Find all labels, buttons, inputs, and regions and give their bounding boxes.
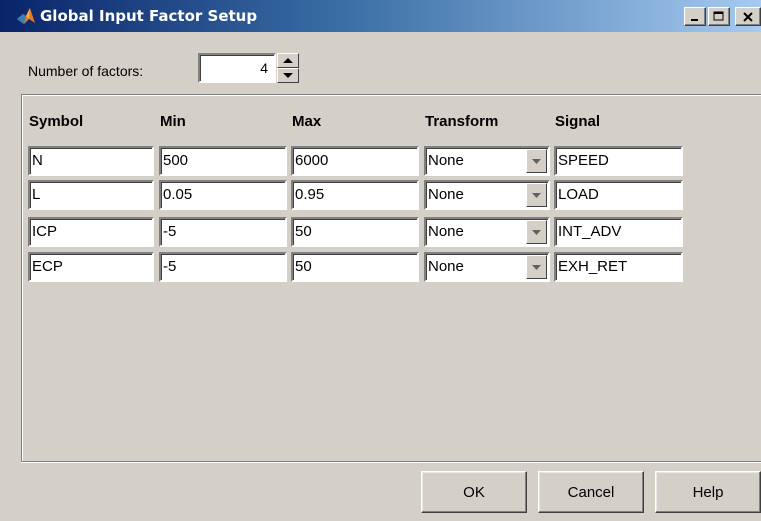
- maximize-button[interactable]: [708, 7, 730, 26]
- max-field[interactable]: 6000: [291, 146, 419, 176]
- triangle-down-icon: [283, 73, 293, 78]
- spin-down-button[interactable]: [277, 68, 299, 83]
- ok-button[interactable]: OK: [421, 471, 527, 513]
- triangle-down-icon: [532, 264, 541, 270]
- dropdown-arrow-button[interactable]: [526, 183, 547, 207]
- min-field[interactable]: 0.05: [159, 180, 287, 210]
- header-symbol: Symbol: [29, 113, 84, 130]
- signal-field[interactable]: LOAD: [554, 180, 683, 210]
- symbol-field[interactable]: N: [28, 146, 154, 176]
- triangle-down-icon: [532, 229, 541, 235]
- signal-field[interactable]: SPEED: [554, 146, 683, 176]
- factors-count-field[interactable]: 4: [198, 53, 276, 83]
- header-min: Min: [160, 113, 186, 130]
- min-field[interactable]: 500: [159, 146, 287, 176]
- dropdown-arrow-button[interactable]: [526, 220, 547, 244]
- close-button[interactable]: [735, 7, 761, 26]
- close-icon: [743, 11, 753, 22]
- transform-dropdown[interactable]: None: [424, 146, 550, 176]
- panel-divider: [21, 461, 761, 463]
- max-field[interactable]: 0.95: [291, 180, 419, 210]
- transform-dropdown[interactable]: None: [424, 252, 550, 282]
- transform-value: None: [428, 223, 464, 240]
- header-max: Max: [292, 113, 322, 130]
- transform-value: None: [428, 258, 464, 275]
- min-field[interactable]: -5: [159, 217, 287, 247]
- max-field[interactable]: 50: [291, 252, 419, 282]
- triangle-down-icon: [532, 192, 541, 198]
- signal-field[interactable]: INT_ADV: [554, 217, 683, 247]
- symbol-field[interactable]: ICP: [28, 217, 154, 247]
- factors-label: Number of factors:: [28, 63, 144, 79]
- dropdown-arrow-button[interactable]: [526, 255, 547, 279]
- symbol-field[interactable]: ECP: [28, 252, 154, 282]
- max-field[interactable]: 50: [291, 217, 419, 247]
- triangle-up-icon: [283, 58, 293, 63]
- dropdown-arrow-button[interactable]: [526, 149, 547, 173]
- window-title: Global Input Factor Setup: [40, 7, 258, 25]
- cancel-button[interactable]: Cancel: [538, 471, 644, 513]
- min-field[interactable]: -5: [159, 252, 287, 282]
- header-signal: Signal: [555, 113, 601, 130]
- signal-field[interactable]: EXH_RET: [554, 252, 683, 282]
- transform-dropdown[interactable]: None: [424, 180, 550, 210]
- factors-spinner: [277, 53, 299, 83]
- transform-dropdown[interactable]: None: [424, 217, 550, 247]
- minimize-icon: [691, 18, 698, 21]
- help-button[interactable]: Help: [655, 471, 761, 513]
- maximize-icon: [713, 11, 724, 21]
- transform-value: None: [428, 186, 464, 203]
- transform-value: None: [428, 152, 464, 169]
- title-bar[interactable]: Global Input Factor Setup: [0, 0, 761, 32]
- spin-up-button[interactable]: [277, 53, 299, 68]
- triangle-down-icon: [532, 158, 541, 164]
- header-transform: Transform: [425, 113, 499, 130]
- matlab-logo-icon: [16, 7, 36, 25]
- symbol-field[interactable]: L: [28, 180, 154, 210]
- minimize-button[interactable]: [684, 7, 706, 26]
